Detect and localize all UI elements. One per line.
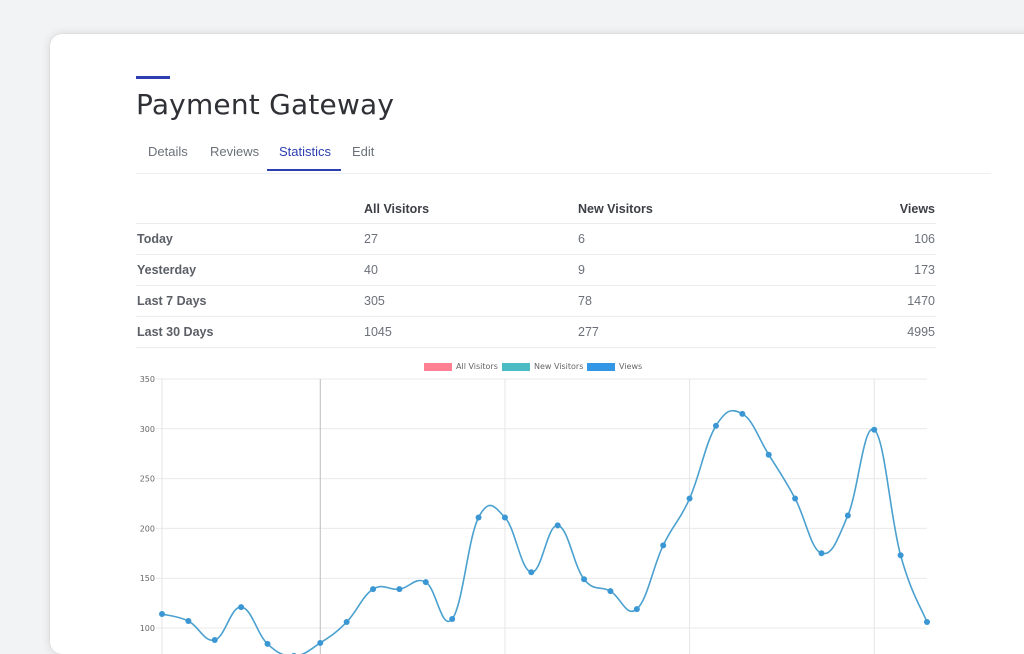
statistics-card: Payment Gateway Details Reviews Statisti… (50, 34, 1024, 654)
tab-details[interactable]: Details (136, 140, 200, 171)
tab-reviews[interactable]: Reviews (198, 140, 271, 171)
data-point-views[interactable] (475, 514, 482, 521)
tab-bar: Details Reviews Statistics Edit (136, 140, 991, 174)
chart-grid (156, 378, 927, 654)
data-point-views[interactable] (897, 552, 904, 559)
row-label: Last 30 Days (136, 316, 363, 348)
data-point-views[interactable] (501, 514, 508, 521)
title-accent-bar (136, 76, 170, 79)
series-line-views (161, 409, 928, 654)
data-point-views[interactable] (792, 495, 799, 502)
stats-table: All Visitors New Visitors Views Today 27… (136, 194, 936, 348)
y-tick-label: 100 (140, 624, 155, 633)
data-point-views[interactable] (449, 616, 456, 623)
y-tick-label: 150 (140, 574, 155, 583)
data-point-views[interactable] (343, 619, 350, 626)
row-label: Today (136, 223, 363, 255)
table-row: Today 27 6 106 (136, 223, 936, 255)
data-point-views[interactable] (607, 588, 614, 595)
cell-all-visitors: 27 (363, 223, 577, 255)
table-header-row: All Visitors New Visitors Views (136, 194, 936, 224)
cell-all-visitors: 40 (363, 254, 577, 286)
cell-new-visitors: 6 (577, 223, 791, 255)
data-point-views[interactable] (396, 586, 403, 593)
y-tick-label: 300 (140, 425, 155, 434)
cell-all-visitors: 305 (363, 285, 577, 317)
data-point-views[interactable] (211, 636, 218, 643)
cell-new-visitors: 78 (577, 285, 791, 317)
data-point-views[interactable] (581, 576, 588, 583)
cell-new-visitors: 277 (577, 316, 791, 348)
data-point-views[interactable] (554, 522, 561, 529)
data-point-views[interactable] (844, 512, 851, 519)
table-row: Yesterday 40 9 173 (136, 254, 936, 286)
data-point-views[interactable] (739, 410, 746, 417)
cell-views: 1470 (791, 285, 936, 317)
data-point-views[interactable] (818, 550, 825, 557)
data-point-views[interactable] (238, 604, 245, 611)
column-header-blank (136, 194, 363, 224)
data-point-views[interactable] (924, 619, 930, 626)
cell-new-visitors: 9 (577, 254, 791, 286)
table-row: Last 30 Days 1045 277 4995 (136, 316, 936, 348)
views-line-chart: 350 300 250 200 150 100 (140, 375, 930, 654)
data-point-views[interactable] (765, 451, 772, 458)
cell-views: 106 (791, 223, 936, 255)
data-point-views[interactable] (159, 611, 165, 618)
cell-views: 4995 (791, 316, 936, 348)
tab-edit[interactable]: Edit (340, 140, 386, 171)
data-point-views[interactable] (633, 606, 640, 613)
y-axis: 350 300 250 200 150 100 (140, 375, 155, 633)
data-point-views[interactable] (317, 639, 324, 646)
data-point-views[interactable] (528, 569, 535, 576)
data-point-views[interactable] (686, 495, 693, 502)
data-point-views[interactable] (422, 579, 429, 586)
tab-statistics[interactable]: Statistics (267, 140, 341, 171)
cell-all-visitors: 1045 (363, 316, 577, 348)
data-point-views[interactable] (185, 618, 192, 625)
data-point-views[interactable] (660, 542, 667, 549)
data-point-views[interactable] (712, 422, 719, 429)
data-point-views[interactable] (264, 640, 271, 647)
y-tick-label: 250 (140, 475, 155, 484)
column-header-new-visitors: New Visitors (577, 194, 791, 224)
column-header-all-visitors: All Visitors (363, 194, 577, 224)
page-title: Payment Gateway (136, 88, 395, 121)
y-tick-label: 350 (140, 375, 155, 384)
data-point-views[interactable] (370, 586, 377, 593)
row-label: Yesterday (136, 254, 363, 286)
row-label: Last 7 Days (136, 285, 363, 317)
column-header-views: Views (791, 194, 936, 224)
table-row: Last 7 Days 305 78 1470 (136, 285, 936, 317)
y-tick-label: 200 (140, 524, 155, 533)
data-point-views[interactable] (871, 426, 878, 433)
series-points-views (159, 410, 930, 654)
cell-views: 173 (791, 254, 936, 286)
